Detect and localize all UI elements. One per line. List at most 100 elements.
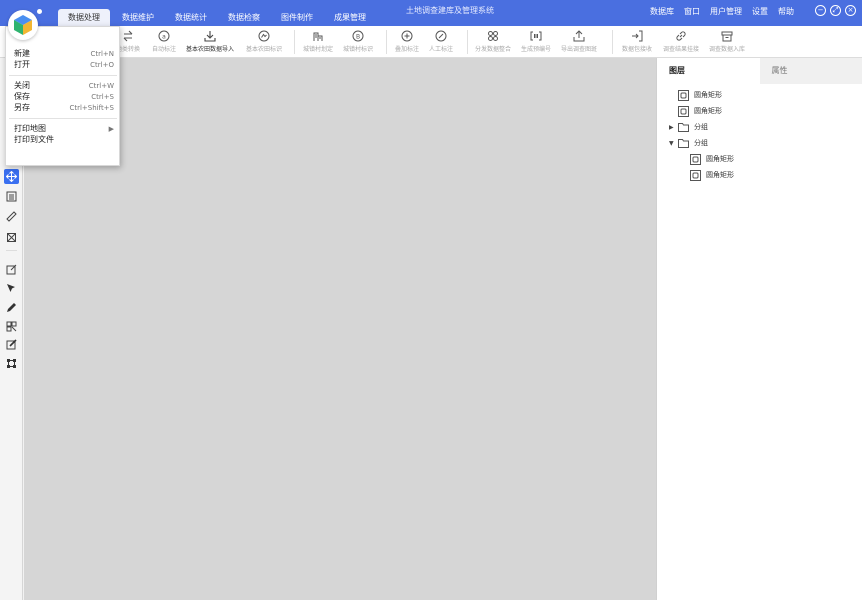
layer-label: 圆角矩形 [706, 171, 734, 179]
overlay-label-button[interactable]: 叠加标注 [395, 28, 419, 56]
ribbon-label: 分发数据整合 [475, 46, 512, 53]
archive-box-icon [721, 28, 733, 44]
menu-item-shortcut: Ctrl+O [90, 61, 114, 69]
building-grid-icon [312, 28, 324, 44]
menu-database[interactable]: 数据库 [650, 6, 674, 17]
ribbon-label: 自动标注 [152, 46, 177, 53]
login-arrow-icon [631, 28, 643, 44]
layer-label: 圆角矩形 [694, 91, 722, 99]
town-village-delineate-button[interactable]: 城镇村划定 [303, 28, 333, 56]
pan-tool[interactable] [4, 169, 19, 184]
menu-item-label: 关闭 [14, 81, 30, 90]
layer-item[interactable]: 圆角矩形 [681, 168, 734, 182]
edit-box-tool[interactable] [4, 262, 19, 277]
ribbon-label: 叠加标注 [395, 46, 420, 53]
folder-icon [677, 137, 689, 149]
measure-tool[interactable] [4, 209, 19, 224]
circle-plus-icon [401, 28, 413, 44]
frame-select-icon [7, 233, 16, 242]
menu-item-shortcut: Ctrl+N [90, 50, 114, 58]
node-edit-icon [7, 359, 16, 368]
ribbon-label: 城镇村标识 [343, 46, 374, 53]
select-arrow-tool[interactable] [4, 281, 19, 296]
survey-result-attach-button[interactable]: 调查结果挂接 [663, 28, 699, 56]
export-survey-patches-button[interactable]: 导出调查图斑 [561, 28, 597, 56]
ruler-icon [6, 211, 17, 222]
menu-item-label: 新建 [14, 49, 30, 58]
grid-select-icon [6, 321, 17, 332]
ribbon-label: 基本农田数据导入 [186, 46, 235, 53]
menu-item-close[interactable]: 关闭 Ctrl+W [14, 81, 114, 91]
menu-item-save-as[interactable]: 另存 Ctrl+Shift+S [14, 103, 114, 113]
menu-item-label: 另存 [14, 103, 30, 112]
generate-pre-number-button[interactable]: 生成预编号 [521, 28, 551, 56]
restore-button[interactable]: ⤢ [830, 5, 841, 16]
close-button[interactable]: × [845, 5, 856, 16]
data-package-receive-button[interactable]: 数据包接收 [622, 28, 652, 56]
minimize-button[interactable]: − [815, 5, 826, 16]
layer-group-item[interactable]: ▶ 分组 [669, 120, 708, 134]
ribbon-separator [467, 30, 468, 54]
menu-item-print-to-file[interactable]: 打印到文件 [14, 135, 114, 145]
menu-window[interactable]: 窗口 [684, 6, 700, 17]
tree-expander[interactable]: ▶ [669, 124, 677, 131]
tab-properties[interactable]: 属性 [759, 58, 862, 84]
folder-icon [677, 121, 689, 133]
import-tray-icon [204, 28, 216, 44]
menu-separator [9, 118, 117, 119]
distribute-data-merge-button[interactable]: 分发数据整合 [475, 28, 511, 56]
menu-item-open[interactable]: 打开 Ctrl+O [14, 60, 114, 70]
menu-settings[interactable]: 设置 [752, 6, 768, 17]
node-edit-tool[interactable] [4, 356, 19, 371]
tab-layers[interactable]: 图层 [657, 58, 760, 84]
menu-item-label: 打印地图 [14, 124, 46, 133]
bracket-number-icon [530, 28, 542, 44]
rounded-rect-layer-icon [689, 169, 701, 181]
four-squares-icon [487, 28, 499, 44]
layer-item[interactable]: 圆角矩形 [669, 88, 722, 102]
manual-label-button[interactable]: 人工标注 [429, 28, 453, 56]
ribbon-label: 人工标注 [429, 46, 454, 53]
title-bar: 数据处理 数据维护 数据统计 数据检察 图件制作 成果管理 土地调查建库及管理系… [0, 0, 862, 26]
survey-data-import-db-button[interactable]: 调查数据入库 [709, 28, 745, 56]
menu-item-label: 打开 [14, 60, 30, 69]
farmland-data-import-button[interactable]: 基本农田数据导入 [186, 28, 234, 56]
ribbon-label: 调查数据入库 [709, 46, 746, 53]
rounded-rect-layer-icon [677, 105, 689, 117]
menu-separator [9, 75, 117, 76]
arrow-select-icon [7, 284, 15, 292]
pen-draw-icon [7, 303, 16, 312]
ribbon-label: 导出调查图斑 [561, 46, 598, 53]
ribbon-label: 基本农田标识 [246, 46, 283, 53]
layer-item[interactable]: 圆角矩形 [669, 104, 722, 118]
link-icon [675, 28, 687, 44]
menu-help[interactable]: 帮助 [778, 6, 794, 17]
layer-group-item[interactable]: ▼ 分组 [669, 136, 708, 150]
list-panel-tool[interactable] [4, 189, 19, 204]
farmland-mark-button[interactable]: 基本农田标识 [246, 28, 282, 56]
menu-item-new[interactable]: 新建 Ctrl+N [14, 49, 114, 59]
svg-text:a: a [162, 34, 166, 41]
tree-expander[interactable]: ▼ [669, 140, 677, 147]
swap-arrows-icon [122, 28, 134, 44]
layer-item[interactable]: 圆角矩形 [681, 152, 734, 166]
menu-user-management[interactable]: 用户管理 [710, 6, 742, 17]
layer-label: 圆角矩形 [706, 155, 734, 163]
menu-item-print-map[interactable]: 打印地图 ▶ [14, 124, 114, 134]
menu-item-save[interactable]: 保存 Ctrl+S [14, 92, 114, 102]
ribbon-separator [612, 30, 613, 54]
logo-badge-dot [37, 9, 42, 14]
auto-label-button[interactable]: a 自动标注 [152, 28, 176, 56]
tool-separator [6, 250, 17, 251]
grid-select-tool[interactable] [4, 319, 19, 334]
sketch-edit-tool[interactable] [4, 337, 19, 352]
town-village-mark-button[interactable]: B 城镇村标识 [343, 28, 373, 56]
menu-item-shortcut: Ctrl+W [88, 82, 114, 90]
circle-a-icon: a [158, 28, 170, 44]
ribbon-label: 城镇村划定 [303, 46, 334, 53]
frame-select-tool[interactable] [4, 230, 19, 245]
menu-item-label: 保存 [14, 92, 30, 101]
list-panel-icon [6, 191, 17, 202]
circle-b-icon: B [352, 28, 364, 44]
pen-draw-tool[interactable] [4, 300, 19, 315]
